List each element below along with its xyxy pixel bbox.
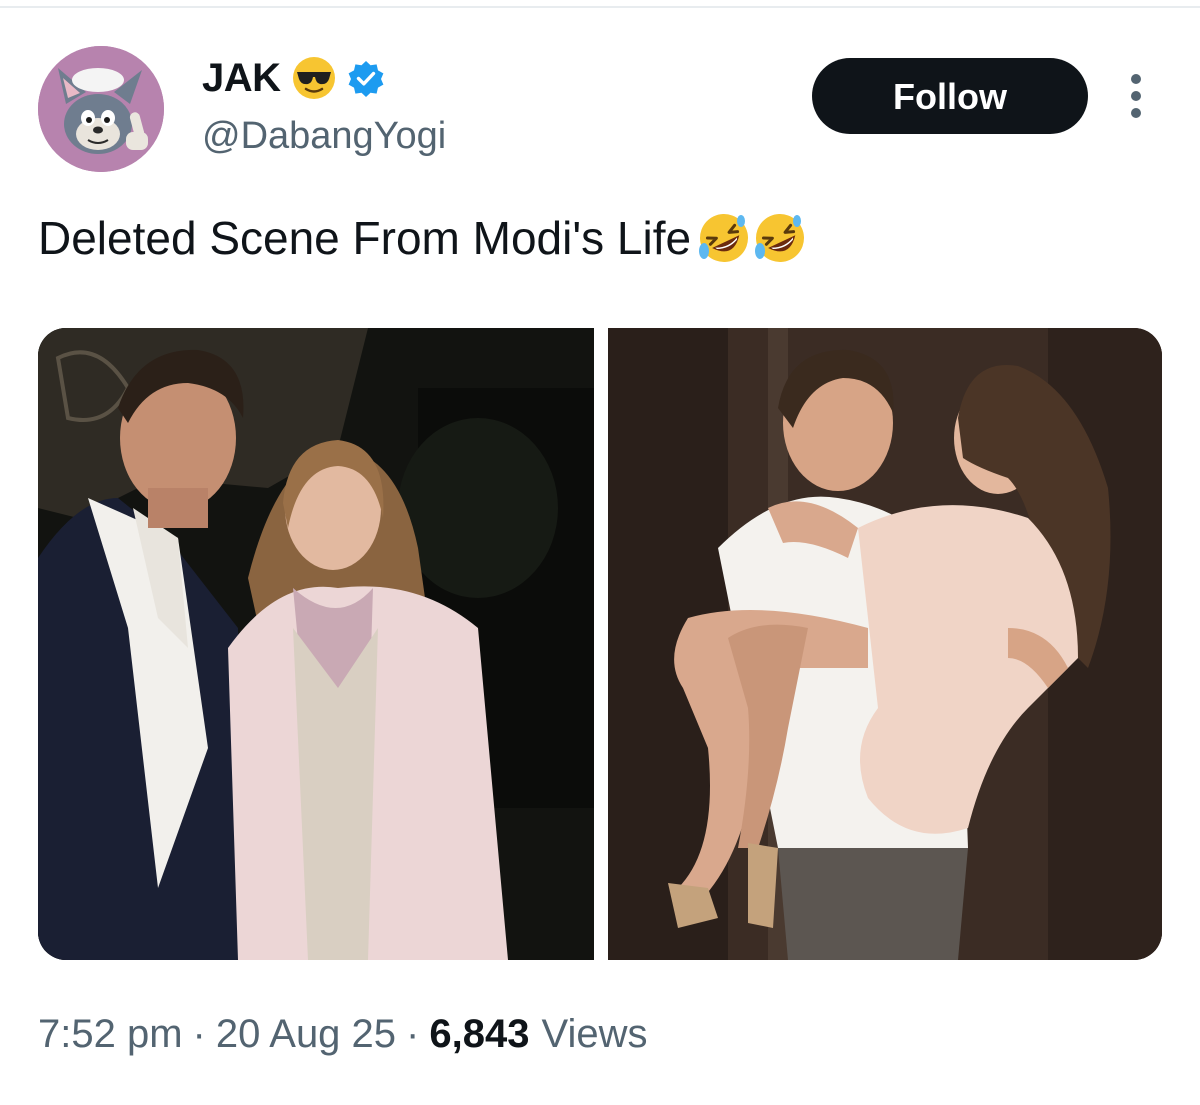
media-photo-1[interactable] — [38, 328, 594, 960]
more-dot — [1131, 108, 1141, 118]
meta-separator: · — [192, 1012, 206, 1056]
rofl-emoji-icon — [697, 211, 751, 265]
more-options-icon[interactable] — [1118, 70, 1154, 122]
follow-button[interactable]: Follow — [812, 58, 1088, 134]
media-photo-2[interactable] — [608, 328, 1162, 960]
tweet-media-grid — [38, 328, 1162, 960]
verified-badge-icon — [347, 59, 385, 97]
tweet-date[interactable]: 20 Aug 25 — [216, 1006, 396, 1062]
more-dot — [1131, 91, 1141, 101]
views-label: Views — [541, 1012, 648, 1056]
tweet-page: JAK @DabangYogi Follow Deleted Scene Fro… — [0, 0, 1200, 1105]
author-display-name[interactable]: JAK — [202, 54, 281, 102]
author-name-row[interactable]: JAK — [202, 54, 385, 102]
rofl-emoji-icon — [753, 211, 807, 265]
meta-separator: · — [406, 1012, 420, 1056]
author-handle[interactable]: @DabangYogi — [202, 112, 446, 160]
tweet-time[interactable]: 7:52 pm — [38, 1006, 183, 1062]
tweet-text-body: Deleted Scene From Modi's Life — [38, 212, 692, 264]
sunglasses-emoji-icon — [291, 55, 337, 101]
views-count: 6,843 — [429, 1012, 530, 1056]
author-avatar[interactable] — [38, 46, 164, 172]
tweet-meta: 7:52 pm · 20 Aug 25 · 6,843 Views — [38, 1006, 647, 1062]
top-divider — [0, 6, 1200, 8]
tweet-text: Deleted Scene From Modi's Life — [38, 206, 807, 270]
more-dot — [1131, 74, 1141, 84]
